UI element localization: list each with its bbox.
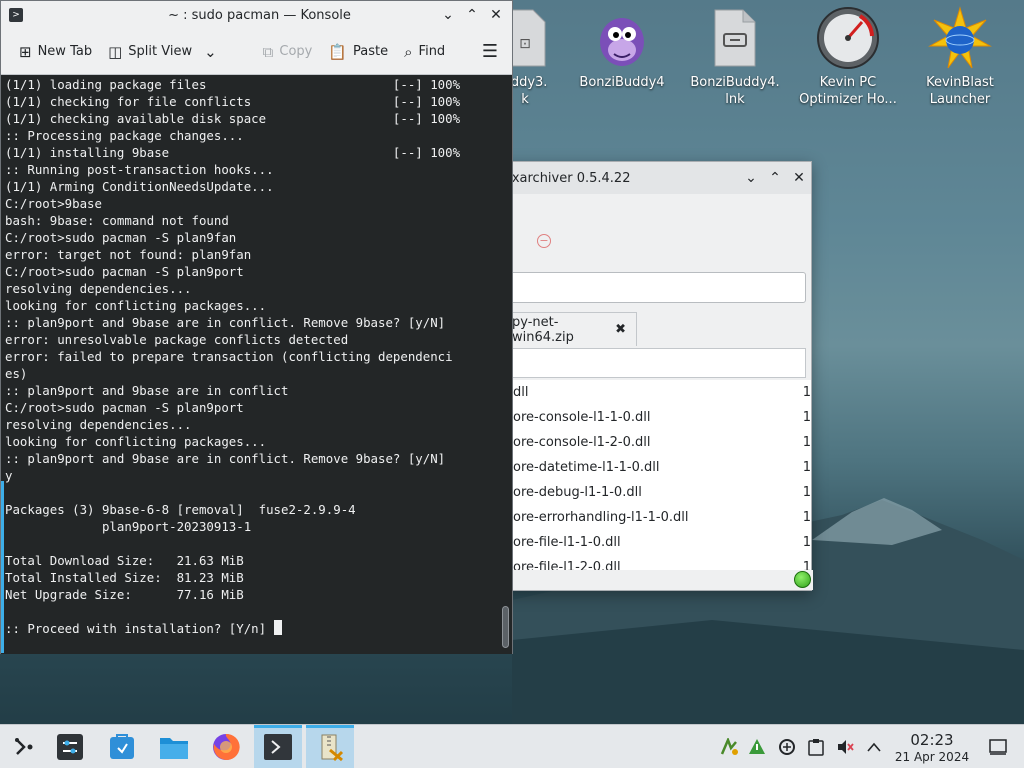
file-link-icon [703,6,767,70]
search-icon: ⌕ [404,42,413,61]
focus-edge-indicator [1,481,4,653]
file-row[interactable]: ore-errorhandling-l1-1-0.dll [501,505,811,530]
terminal-cursor [273,620,282,635]
status-led-icon [794,571,811,588]
konsole-app-icon[interactable]: > [9,8,23,22]
firefox-icon[interactable] [202,725,250,768]
discover-store-icon[interactable] [98,725,146,768]
system-settings-icon[interactable] [46,725,94,768]
konsole-task-icon[interactable] [254,725,302,768]
file-row[interactable]: ore-file-l1-2-0.dll [501,555,811,570]
application-launcher-icon[interactable] [0,725,48,768]
archive-tab[interactable]: py-net-win64.zip ✖ [501,312,637,346]
paste-icon: 📋 [328,42,348,61]
clock-time: 02:23 [910,731,954,749]
file-row[interactable]: dll [501,380,811,405]
terminal-scrollbar[interactable] [499,76,512,654]
tray-vpn-icon[interactable] [774,725,800,768]
location-field[interactable] [501,272,806,303]
copy-label: Copy [279,44,313,59]
desktop-icon-kevinblast-launcher[interactable]: KevinBlast Launcher [905,6,1015,108]
desktop-icon-label: BonziBuddy4 [579,75,665,90]
copy-button[interactable]: ⧉ Copy [257,39,319,65]
new-tab-button[interactable]: ⊞ New Tab [13,39,98,65]
chevron-up-icon[interactable] [861,725,887,768]
scrollbar-thumb[interactable] [502,606,509,648]
file-row[interactable]: ore-file-l1-1-0.dll [501,530,811,555]
file-list[interactable]: dll ore-console-l1-1-0.dll ore-console-l… [501,380,811,570]
minimize-icon[interactable]: ⌄ [436,3,460,27]
desktop-icon-bonzibuddy4[interactable]: BonziBuddy4 [567,6,677,91]
maximize-icon[interactable]: ⌃ [763,166,787,190]
close-icon[interactable]: ✕ [787,166,811,190]
status-bar [501,570,813,590]
minimize-icon[interactable]: ⌄ [739,166,763,190]
taskbar: 02:23 21 Apr 2024 [0,724,1024,768]
desktop-icon-kevin-pc-optimizer[interactable]: Kevin PC Optimizer Ho... [793,6,903,108]
find-label: Find [418,44,446,59]
file-row[interactable]: ore-console-l1-1-0.dll [501,405,811,430]
speedometer-icon [816,6,880,70]
terminal-area[interactable]: (1/1) loading package files [--] 100% (1… [1,76,499,654]
file-row[interactable]: ore-console-l1-2-0.dll [501,430,811,455]
digital-clock[interactable]: 02:23 21 Apr 2024 [890,731,974,765]
tray-update-icon[interactable] [744,725,770,768]
konsole-toolbar: ⊞ New Tab ◫ Split View ⌄ ⧉ Copy 📋 Paste … [1,29,512,75]
xarchiver-task-icon[interactable] [306,725,354,768]
volume-muted-icon[interactable] [832,725,858,768]
file-row[interactable]: ore-datetime-l1-1-0.dll [501,455,811,480]
file-list-header[interactable] [501,348,806,378]
archive-tab-label: py-net-win64.zip [512,314,574,345]
paste-label: Paste [353,44,389,59]
file-row[interactable]: ore-debug-l1-1-0.dll [501,480,811,505]
window-title: ~ : sudo pacman — Konsole [168,7,351,23]
maximize-icon[interactable]: ⌃ [460,3,484,27]
window-title: - xarchiver 0.5.4.22 [503,170,631,186]
desktop-icon-bonzibuddy4-lnk[interactable]: BonziBuddy4. lnk [680,6,790,108]
konsole-titlebar[interactable]: > ~ : sudo pacman — Konsole ⌄ ⌃ ✕ [1,1,512,29]
desktop-icon-label: BonziBuddy4. lnk [690,75,780,107]
file-manager-icon[interactable] [150,725,198,768]
terminal-output: (1/1) loading package files [--] 100% (1… [5,77,461,636]
close-icon[interactable]: ✕ [484,3,508,27]
bonzibuddy-icon [590,6,654,70]
split-view-icon: ◫ [108,42,123,61]
clipboard-icon[interactable] [803,725,829,768]
split-view-button[interactable]: ◫ Split View ⌄ [102,39,223,65]
chevron-down-icon[interactable]: ⌄ [204,43,217,61]
desktop-icon-label: Kevin PC Optimizer Ho... [799,75,897,107]
stop-icon[interactable]: − [537,234,551,248]
close-tab-icon[interactable]: ✖ [615,322,626,337]
tray-app-icon[interactable] [716,725,742,768]
hamburger-menu-icon[interactable]: ☰ [476,37,504,66]
show-desktop-icon[interactable] [985,725,1011,768]
find-button[interactable]: ⌕ Find [398,39,451,65]
starburst-globe-icon [928,6,992,70]
desktop-icon-label: KevinBlast Launcher [926,75,994,107]
copy-icon: ⧉ [262,42,274,61]
clock-date: 21 Apr 2024 [894,750,970,764]
konsole-window[interactable]: > ~ : sudo pacman — Konsole ⌄ ⌃ ✕ ⊞ New … [0,0,513,654]
svg-text:⊡: ⊡ [519,36,531,52]
new-tab-icon: ⊞ [19,42,32,61]
split-view-label: Split View [128,44,193,59]
paste-button[interactable]: 📋 Paste [322,39,394,65]
new-tab-label: New Tab [37,44,93,59]
